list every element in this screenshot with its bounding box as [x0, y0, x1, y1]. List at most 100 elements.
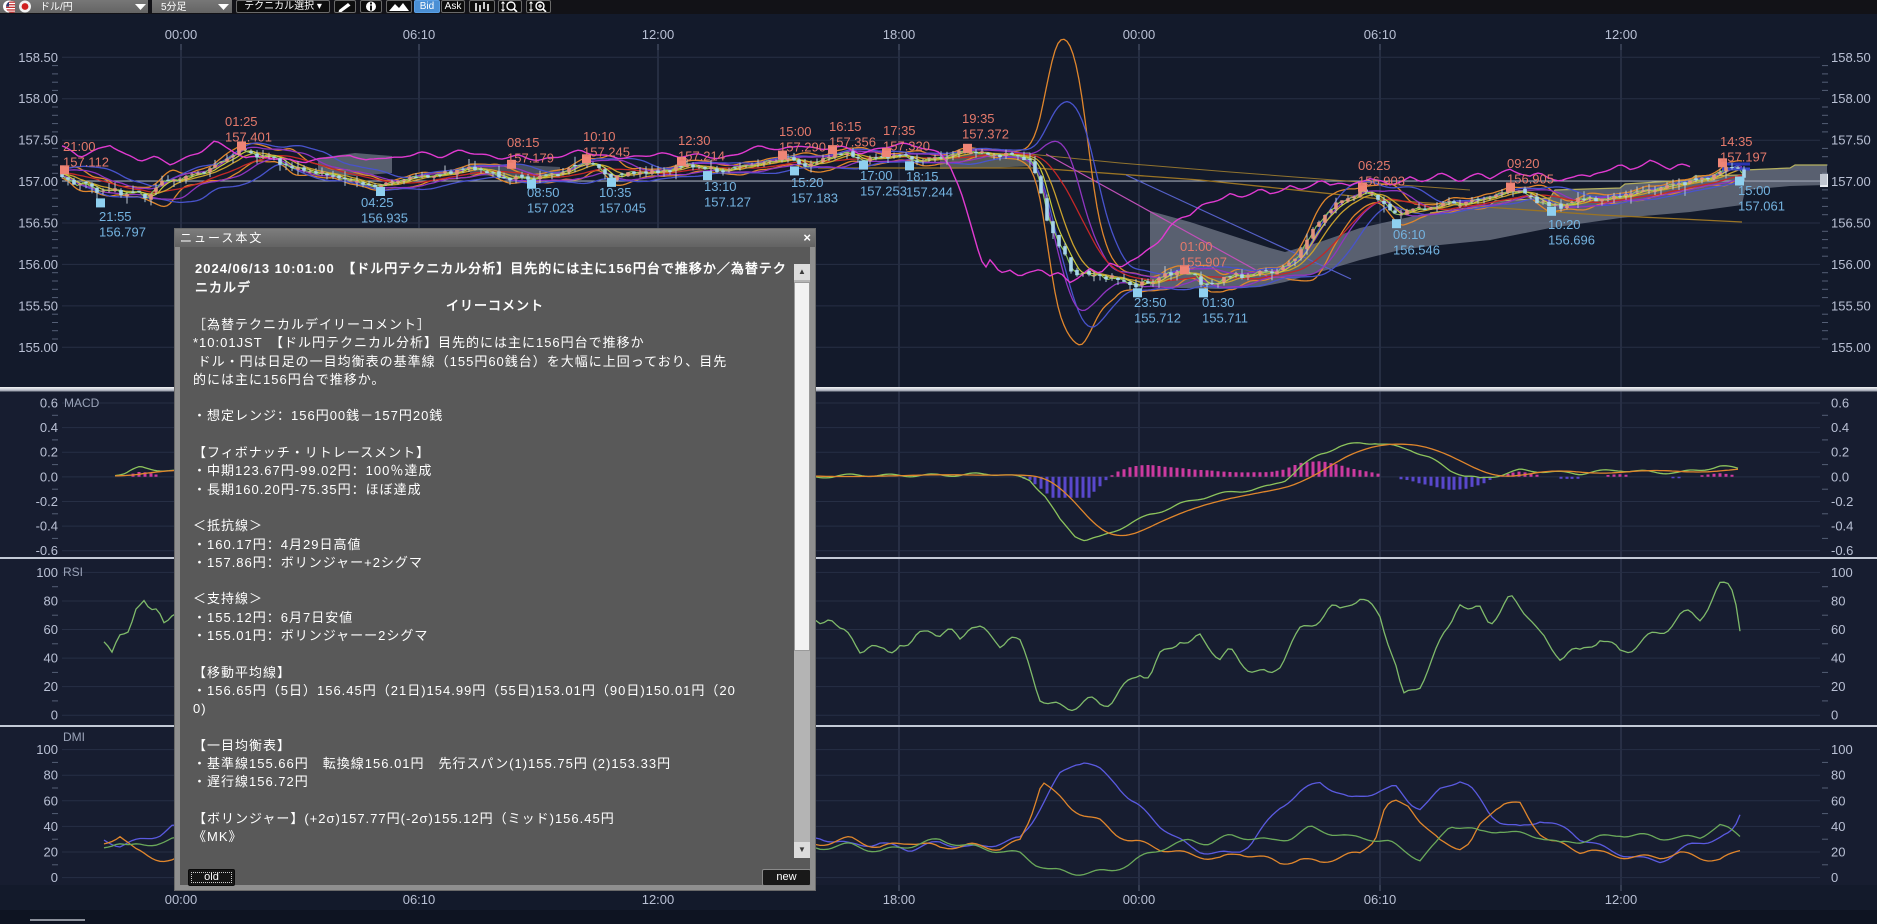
svg-text:-0.4: -0.4 — [36, 519, 58, 534]
svg-text:156.905: 156.905 — [1507, 172, 1554, 187]
svg-text:06:10: 06:10 — [403, 27, 436, 42]
svg-text:06:10: 06:10 — [1364, 892, 1397, 907]
svg-text:156.903: 156.903 — [1358, 174, 1405, 189]
svg-text:157.112: 157.112 — [63, 155, 109, 170]
svg-text:80: 80 — [44, 768, 58, 783]
svg-text:08:50: 08:50 — [527, 185, 560, 200]
svg-text:0: 0 — [51, 708, 58, 723]
svg-text:0.6: 0.6 — [1831, 396, 1849, 411]
svg-text:00:00: 00:00 — [165, 892, 198, 907]
svg-text:157.320: 157.320 — [883, 139, 930, 154]
svg-text:157.179: 157.179 — [507, 151, 554, 166]
svg-text:DMI: DMI — [63, 730, 85, 744]
svg-text:17:35: 17:35 — [883, 123, 916, 138]
svg-text:20: 20 — [1831, 679, 1845, 694]
svg-text:40: 40 — [44, 651, 58, 666]
svg-text:12:00: 12:00 — [1605, 892, 1638, 907]
svg-text:16:15: 16:15 — [829, 119, 862, 134]
svg-text:158.50: 158.50 — [1831, 50, 1871, 65]
svg-text:19:35: 19:35 — [962, 111, 995, 126]
svg-text:80: 80 — [1831, 768, 1845, 783]
svg-text:01:25: 01:25 — [225, 114, 258, 129]
svg-text:00:00: 00:00 — [1123, 892, 1156, 907]
svg-text:20: 20 — [1831, 845, 1845, 860]
svg-text:0.6: 0.6 — [40, 396, 58, 411]
svg-text:-0.6: -0.6 — [1831, 543, 1853, 558]
svg-text:10:10: 10:10 — [583, 129, 616, 144]
svg-text:155.50: 155.50 — [1831, 298, 1871, 313]
svg-text:01:00: 01:00 — [1180, 239, 1213, 254]
svg-text:157.50: 157.50 — [18, 133, 58, 148]
svg-text:60: 60 — [1831, 622, 1845, 637]
svg-text:0: 0 — [51, 870, 58, 885]
svg-text:06:10: 06:10 — [1393, 227, 1426, 242]
svg-text:157.061: 157.061 — [1738, 199, 1785, 214]
svg-text:12:00: 12:00 — [1605, 27, 1638, 42]
svg-text:157.245: 157.245 — [583, 145, 630, 160]
svg-text:15:00: 15:00 — [779, 124, 812, 139]
svg-text:5分足: 5分足 — [161, 1, 187, 13]
svg-text:10:35: 10:35 — [599, 185, 632, 200]
svg-text:18:15: 18:15 — [906, 169, 939, 184]
svg-text:08:15: 08:15 — [507, 135, 540, 150]
svg-text:12:30: 12:30 — [678, 133, 711, 148]
svg-text:157.183: 157.183 — [791, 191, 838, 206]
svg-text:157.253: 157.253 — [860, 184, 907, 199]
svg-text:12:00: 12:00 — [642, 27, 675, 42]
svg-text:100: 100 — [36, 742, 58, 757]
svg-text:156.696: 156.696 — [1548, 233, 1595, 248]
svg-text:18:00: 18:00 — [883, 892, 916, 907]
svg-text:14:35: 14:35 — [1720, 134, 1753, 149]
svg-text:RSI: RSI — [63, 565, 83, 579]
svg-text:156.50: 156.50 — [18, 216, 58, 231]
svg-text:158.00: 158.00 — [1831, 91, 1871, 106]
svg-text:0.0: 0.0 — [1831, 469, 1849, 484]
svg-text:157.401: 157.401 — [225, 130, 272, 145]
svg-text:20: 20 — [44, 679, 58, 694]
svg-text:155.00: 155.00 — [18, 340, 58, 355]
svg-text:ドル/円: ドル/円 — [40, 2, 73, 13]
svg-text:80: 80 — [1831, 594, 1845, 609]
svg-text:12:00: 12:00 — [642, 892, 675, 907]
svg-text:157.023: 157.023 — [527, 201, 574, 216]
svg-text:157.197: 157.197 — [1720, 150, 1767, 165]
svg-text:23:50: 23:50 — [1134, 295, 1167, 310]
svg-text:0.2: 0.2 — [40, 445, 58, 460]
svg-text:00:00: 00:00 — [165, 27, 198, 42]
svg-text:157.00: 157.00 — [1831, 174, 1871, 189]
svg-text:156.50: 156.50 — [1831, 216, 1871, 231]
svg-text:156.797: 156.797 — [99, 225, 146, 240]
svg-text:17:00: 17:00 — [860, 168, 893, 183]
svg-text:100: 100 — [1831, 565, 1853, 580]
svg-text:00:00: 00:00 — [1123, 27, 1156, 42]
svg-text:0: 0 — [1831, 708, 1838, 723]
svg-text:157.244: 157.244 — [906, 185, 953, 200]
svg-text:155.00: 155.00 — [1831, 340, 1871, 355]
svg-text:0.4: 0.4 — [40, 420, 58, 435]
svg-text:60: 60 — [1831, 793, 1845, 808]
svg-text:156.00: 156.00 — [1831, 257, 1871, 272]
svg-text:60: 60 — [44, 793, 58, 808]
svg-text:158.50: 158.50 — [18, 50, 58, 65]
svg-text:80: 80 — [44, 594, 58, 609]
svg-text:0.4: 0.4 — [1831, 420, 1849, 435]
svg-text:157.290: 157.290 — [779, 140, 826, 155]
svg-text:157.372: 157.372 — [962, 127, 1009, 142]
svg-text:155.50: 155.50 — [18, 298, 58, 313]
svg-text:21:55: 21:55 — [99, 209, 132, 224]
svg-text:158.00: 158.00 — [18, 91, 58, 106]
svg-text:-0.2: -0.2 — [36, 494, 58, 509]
svg-text:01:30: 01:30 — [1202, 295, 1235, 310]
svg-text:60: 60 — [44, 622, 58, 637]
svg-text:15:00: 15:00 — [1738, 183, 1771, 198]
svg-text:-0.6: -0.6 — [36, 543, 58, 558]
svg-text:06:25: 06:25 — [1358, 158, 1391, 173]
svg-text:0: 0 — [1831, 870, 1838, 885]
svg-text:15:20: 15:20 — [791, 175, 824, 190]
svg-text:40: 40 — [1831, 651, 1845, 666]
svg-text:09:20: 09:20 — [1507, 156, 1540, 171]
svg-text:157.127: 157.127 — [704, 195, 751, 210]
svg-text:0.2: 0.2 — [1831, 445, 1849, 460]
svg-text:-0.2: -0.2 — [1831, 494, 1853, 509]
svg-text:13:10: 13:10 — [704, 179, 737, 194]
